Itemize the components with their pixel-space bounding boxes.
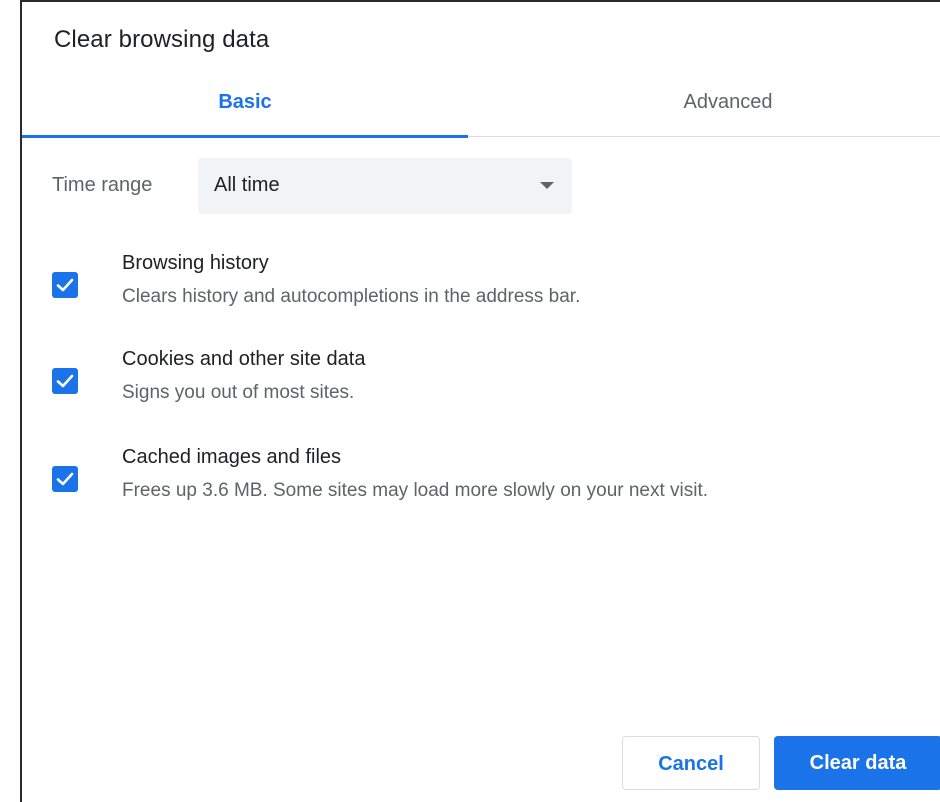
browsing-history-checkbox[interactable] [52,272,78,298]
cancel-button[interactable]: Cancel [622,736,760,790]
time-range-row: Time range All time [52,158,572,214]
time-range-label: Time range [52,174,153,196]
check-icon [56,472,74,486]
clear-browsing-data-dialog: Clear browsing data Basic Advanced Time … [20,0,940,802]
time-range-select[interactable]: All time [198,158,572,214]
clear-data-button[interactable]: Clear data [774,736,940,790]
check-icon [56,278,74,292]
option-title: Cookies and other site data [122,348,366,370]
dialog-title: Clear browsing data [54,26,270,53]
time-range-value: All time [214,174,280,196]
option-browsing-history: Browsing history Clears history and auto… [52,252,932,322]
cached-images-checkbox[interactable] [52,466,78,492]
tab-basic[interactable]: Basic [22,72,468,138]
tab-advanced[interactable]: Advanced [468,72,940,136]
cookies-checkbox[interactable] [52,368,78,394]
dropdown-arrow-icon [540,182,554,189]
option-title: Cached images and files [122,446,342,468]
option-description: Signs you out of most sites. [122,382,355,403]
option-description: Frees up 3.6 MB. Some sites may load mor… [122,480,709,501]
tab-bar: Basic Advanced [22,72,940,138]
option-cookies: Cookies and other site data Signs you ou… [52,348,932,418]
option-description: Clears history and autocompletions in th… [122,286,581,307]
check-icon [56,374,74,388]
option-title: Browsing history [122,252,269,274]
option-cached-images: Cached images and files Frees up 3.6 MB.… [52,446,932,516]
